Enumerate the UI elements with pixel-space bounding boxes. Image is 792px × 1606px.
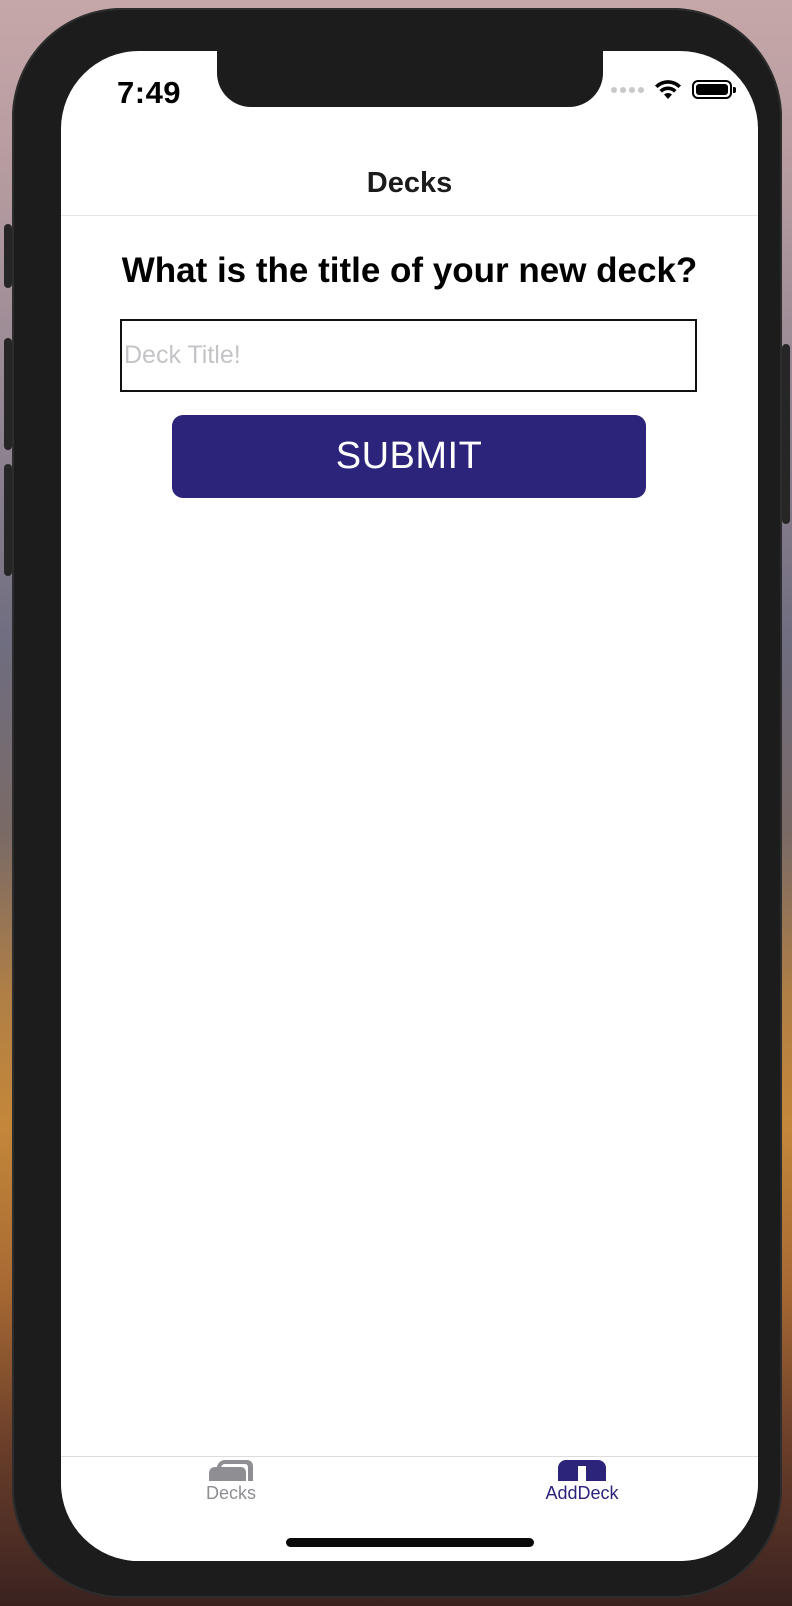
tab-decks-label: Decks [205,1483,256,1503]
wifi-icon [655,80,681,99]
tab-add-deck-label: AddDeck [545,1483,619,1503]
volume-up-button [4,338,12,450]
battery-icon [692,80,736,99]
status-indicators [611,79,736,100]
phone-frame: 7:49 Decks What is the title of your new… [4,8,790,1598]
header-title: Decks [366,166,453,199]
app-screen: 7:49 Decks What is the title of your new… [61,51,758,1561]
navigation-header: Decks [61,151,758,216]
add-deck-icon [558,1460,606,1481]
tab-decks[interactable]: Decks [171,1457,291,1517]
deck-title-input[interactable] [120,319,697,392]
cards-stack-icon [209,1460,253,1481]
deck-title-question: What is the title of your new deck? [121,251,698,290]
submit-button[interactable]: SUBMIT [172,415,646,498]
status-time: 7:49 [117,75,182,110]
power-button [782,344,790,524]
tab-add-deck[interactable]: AddDeck [522,1457,642,1517]
device-notch [217,51,603,107]
cellular-signal-icon [611,86,644,93]
silent-switch [4,224,12,288]
home-indicator[interactable] [285,1538,534,1547]
volume-down-button [4,464,12,576]
